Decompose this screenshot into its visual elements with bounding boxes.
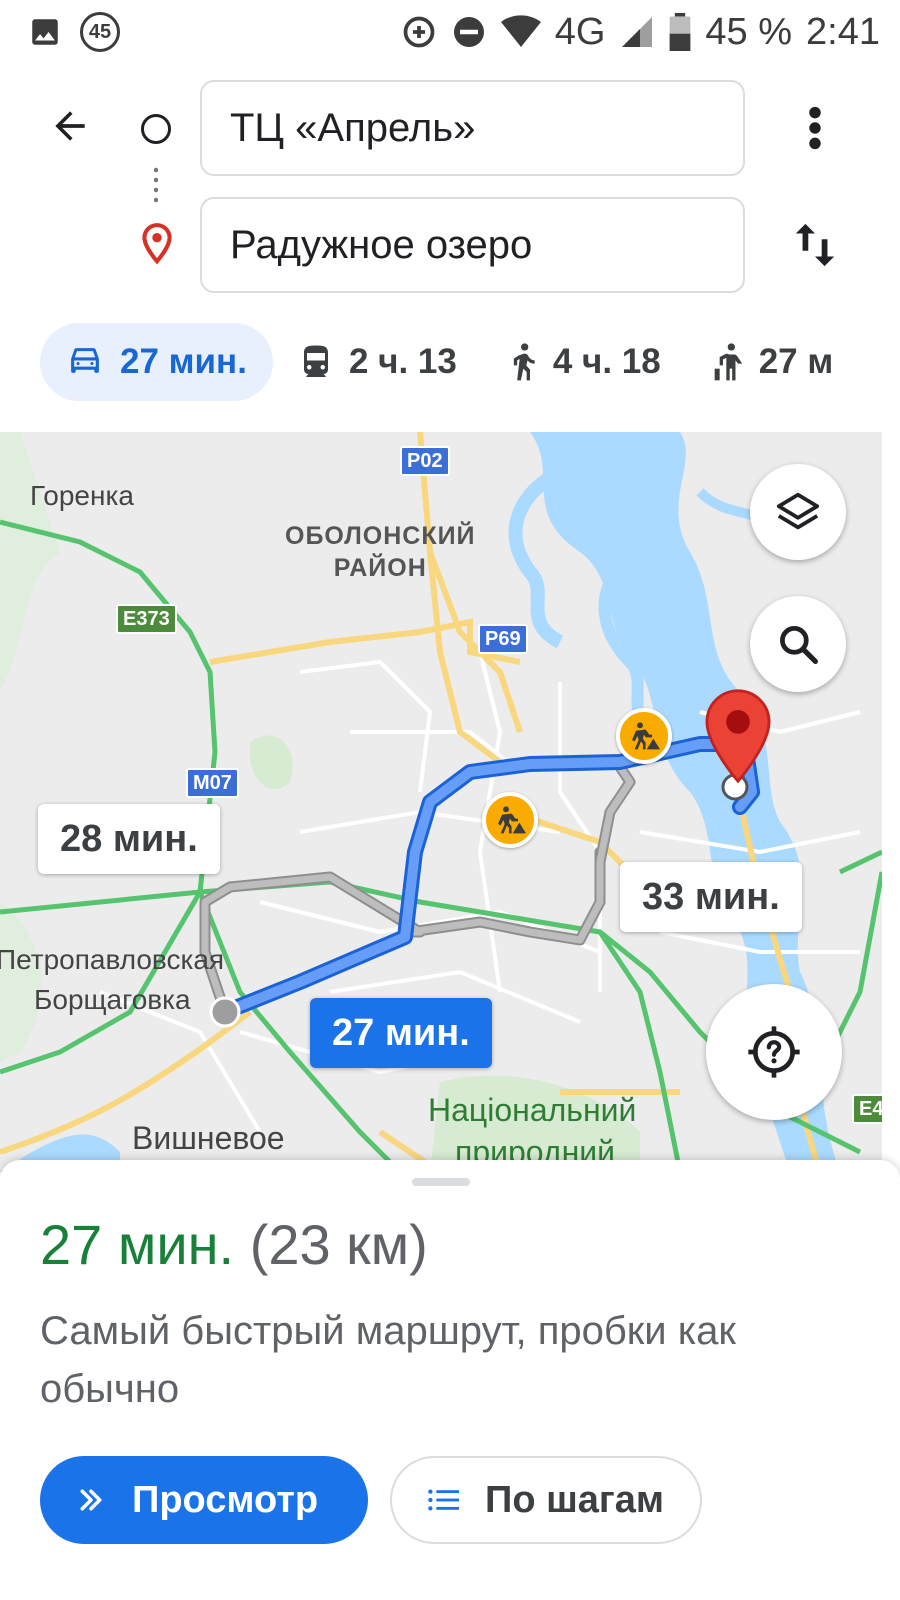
- layers-button[interactable]: [750, 464, 846, 560]
- route-summary-sheet: 27 мин. (23 км) Самый быстрый маршрут, п…: [0, 1160, 900, 1600]
- tab-ride[interactable]: 27 м: [687, 323, 860, 401]
- route-map[interactable]: Горенка ОБОЛОНСКИЙ РАЙОН Петропавловская…: [0, 432, 882, 1172]
- road-shield-p02: P02: [400, 446, 450, 476]
- do-not-disturb-icon: [453, 17, 484, 47]
- route-duration: 27 мин.: [40, 1213, 235, 1276]
- search-along-route-button[interactable]: [750, 596, 846, 692]
- swap-direction-button[interactable]: [785, 215, 845, 275]
- list-icon: [428, 1489, 460, 1511]
- tab-transit[interactable]: 2 ч. 13: [273, 323, 483, 401]
- status-bar: 45 4G 45 % 2:41: [0, 0, 900, 64]
- map-label-borschagovka: Борщаговка: [34, 984, 191, 1015]
- location-unknown-icon: [748, 1026, 800, 1078]
- sheet-drag-handle[interactable]: [412, 1178, 470, 1186]
- battery-percent: 45 %: [705, 10, 793, 53]
- steps-button-label: По шагам: [485, 1478, 664, 1521]
- route-description: Самый быстрый маршрут, пробки как обычно: [40, 1309, 736, 1411]
- more-options-button[interactable]: [790, 98, 840, 158]
- network-type: 4G: [554, 10, 606, 53]
- tab-driving-label: 27 мин.: [120, 342, 247, 381]
- road-shield-p69: P69: [478, 624, 528, 654]
- steps-button[interactable]: По шагам: [390, 1456, 702, 1544]
- road-shield-e373: E373: [116, 604, 177, 634]
- walk-icon: [513, 343, 535, 381]
- tab-walking[interactable]: 4 ч. 18: [483, 323, 687, 401]
- gallery-icon: [32, 19, 58, 45]
- tab-driving[interactable]: 27 мин.: [40, 323, 273, 401]
- road-shield-m07: M07: [186, 768, 239, 798]
- tab-transit-label: 2 ч. 13: [348, 342, 457, 381]
- preview-button-label: Просмотр: [132, 1478, 319, 1521]
- clock: 2:41: [806, 10, 880, 53]
- back-button[interactable]: [40, 96, 100, 156]
- double-chevron-right-icon: [80, 1489, 102, 1511]
- data-saver-icon: [403, 16, 435, 48]
- car-icon: [71, 348, 99, 373]
- map-label-vishnevoe: Вишневое: [132, 1120, 285, 1156]
- preview-button[interactable]: Просмотр: [40, 1456, 368, 1544]
- more-vert-icon: [809, 106, 821, 150]
- route-time-alt-2[interactable]: 33 мин.: [620, 862, 802, 932]
- search-icon: [780, 626, 818, 664]
- map-label-park: Національний: [428, 1092, 637, 1128]
- route-summary: 27 мин. (23 км): [40, 1212, 428, 1277]
- road-works-icon-2[interactable]: [482, 792, 538, 848]
- map-label-gorenka: Горенка: [30, 480, 134, 511]
- wifi-icon: [500, 15, 541, 48]
- map-label-obolon: ОБОЛОНСКИЙ РАЙОН: [285, 522, 476, 582]
- tab-walking-label: 4 ч. 18: [552, 342, 661, 381]
- route-dots: [154, 165, 158, 205]
- travel-mode-tabs: 27 мин. 2 ч. 13 4 ч. 18 27 м: [40, 323, 859, 401]
- road-shield-e4: E4: [852, 1094, 882, 1124]
- battery-icon: [670, 13, 691, 51]
- road-works-icon[interactable]: [616, 708, 672, 764]
- destination-map-pin-icon[interactable]: [704, 688, 772, 784]
- train-icon: [303, 345, 328, 377]
- my-location-button[interactable]: [706, 984, 842, 1120]
- construction-icon: [498, 806, 526, 834]
- layers-icon: [776, 492, 820, 530]
- route-time-primary[interactable]: 27 мин.: [310, 998, 492, 1068]
- destination-input[interactable]: Радужное озеро: [200, 197, 745, 293]
- map-label-petropavlovskaya: Петропавловская: [0, 944, 225, 975]
- notification-badge: 45: [80, 12, 120, 52]
- ride-hailing-icon: [714, 343, 742, 381]
- origin-marker-icon: [141, 114, 171, 144]
- construction-icon: [632, 722, 660, 750]
- arrow-left-icon: [55, 111, 85, 141]
- destination-pin-icon: [142, 223, 172, 265]
- route-time-alt-1[interactable]: 28 мин.: [38, 804, 220, 874]
- tab-ride-label: 27 м: [758, 342, 834, 381]
- signal-icon: [622, 17, 653, 47]
- swap-vert-icon: [795, 223, 835, 267]
- route-distance: (23 км): [249, 1213, 428, 1276]
- origin-input[interactable]: ТЦ «Апрель»: [200, 80, 745, 176]
